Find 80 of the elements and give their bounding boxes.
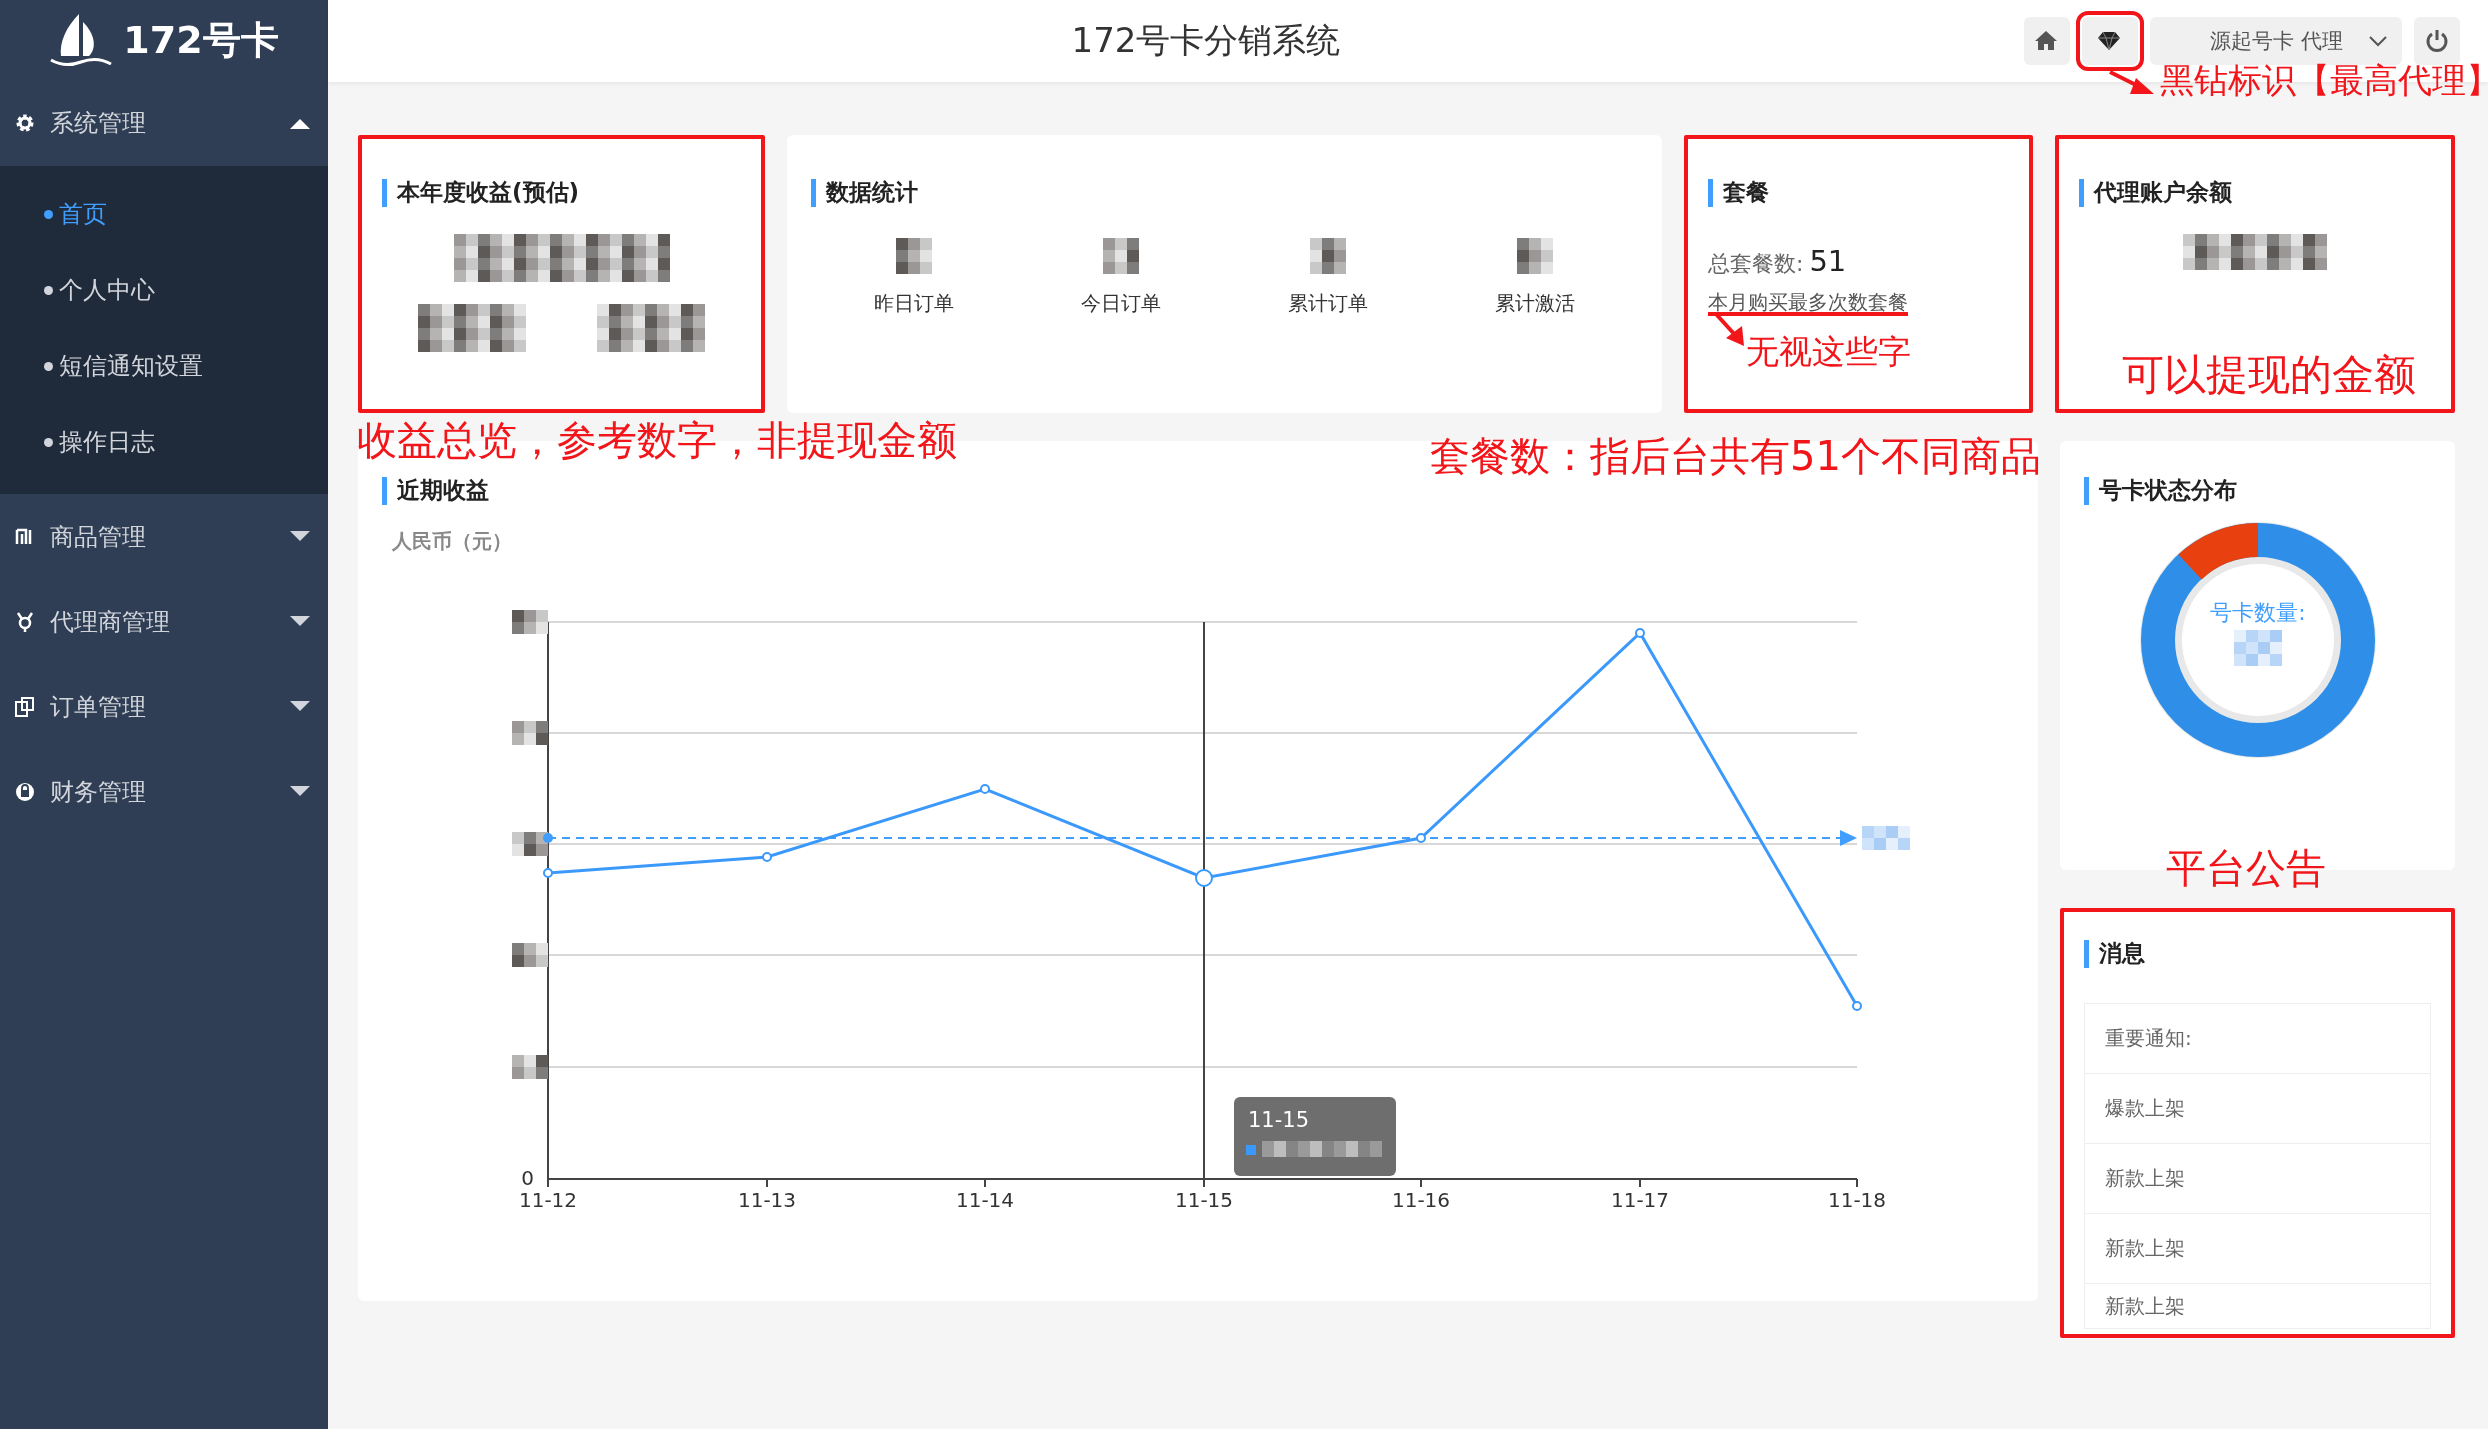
axis-label: 11-13 xyxy=(737,1188,797,1212)
logout-button[interactable] xyxy=(2414,17,2460,65)
donut-label: 号卡数量: xyxy=(2209,600,2306,625)
blurred-number xyxy=(512,721,548,745)
blurred-number xyxy=(512,610,548,634)
axis-label: 11-14 xyxy=(955,1188,1015,1212)
annotation-text: 平台公告 xyxy=(2166,846,2326,890)
submenu-item[interactable]: 短信通知设置 xyxy=(0,328,328,404)
total-value: 51 xyxy=(1809,244,1847,278)
accent-bar xyxy=(382,178,387,207)
menu-item[interactable]: 代理商管理 xyxy=(0,579,328,664)
chevron-down-icon xyxy=(2368,35,2388,47)
sailboat-logo-icon xyxy=(49,12,114,68)
struck-text: 本月购买最多次数套餐 xyxy=(1708,290,1908,314)
message-item[interactable]: 新款上架 xyxy=(2085,1284,2430,1328)
axis-label: 11-18 xyxy=(1827,1188,1887,1212)
menu-item[interactable]: 财务管理 xyxy=(0,749,328,834)
message-item[interactable]: 重要通知: xyxy=(2085,1004,2430,1074)
card-title: 近期收益 xyxy=(397,476,489,505)
settings-icon xyxy=(14,112,36,134)
submenu-item[interactable]: 首页 xyxy=(0,176,328,252)
stat-label: 昨日订单 xyxy=(874,290,955,317)
stat-label: 累计激活 xyxy=(1494,290,1575,317)
blurred-number xyxy=(1516,238,1553,274)
submenu-item[interactable]: 操作日志 xyxy=(0,404,328,480)
card-title: 套餐 xyxy=(1723,178,1769,207)
menu-item[interactable]: 订单管理 xyxy=(0,664,328,749)
blurred-number xyxy=(896,238,933,274)
menu-item[interactable]: 系统管理 xyxy=(0,80,328,166)
message-item[interactable]: 新款上架 xyxy=(2085,1214,2430,1284)
accent-bar xyxy=(811,178,816,207)
home-button[interactable] xyxy=(2024,17,2070,65)
ring-icon xyxy=(14,610,36,633)
axis-label: 0 xyxy=(521,1166,534,1190)
blurred-number xyxy=(512,1055,548,1079)
caret-icon xyxy=(290,615,310,628)
accent-bar xyxy=(2084,476,2089,505)
blurred-number xyxy=(2233,630,2282,666)
accent-bar xyxy=(2079,178,2084,207)
caret-icon xyxy=(290,700,310,713)
stat-label: 今日订单 xyxy=(1081,290,1162,317)
submenu-item[interactable]: 个人中心 xyxy=(0,252,328,328)
logo-text: 172号卡 xyxy=(123,16,279,64)
chart-tooltip: 11-15 xyxy=(1234,1097,1396,1176)
total-label: 总套餐数: xyxy=(1708,250,1804,278)
page-title: 172号卡分销系统 xyxy=(1070,19,1342,62)
menu-item[interactable]: 商品管理 xyxy=(0,494,328,579)
accent-bar xyxy=(382,476,387,505)
card-title: 本年度收益(预估) xyxy=(397,178,580,207)
card-title: 号卡状态分布 xyxy=(2099,476,2237,505)
blurred-number xyxy=(1862,826,1910,850)
lock-icon xyxy=(14,780,36,803)
annotation-text: 套餐数：指后台共有51个不同商品 xyxy=(1430,434,2041,478)
card-title: 消息 xyxy=(2099,939,2145,968)
annotation-text: 无视这些字 xyxy=(1746,334,1911,371)
axis-label: 11-17 xyxy=(1610,1188,1670,1212)
card-title: 代理账户余额 xyxy=(2094,178,2232,207)
caret-icon xyxy=(290,117,310,129)
message-item[interactable]: 爆款上架 xyxy=(2085,1074,2430,1144)
blurred-number xyxy=(512,832,548,856)
axis-label: 11-15 xyxy=(1174,1188,1234,1212)
caret-icon xyxy=(290,530,310,543)
axis-unit: 人民币（元） xyxy=(392,528,513,555)
annotation-text: 收益总览，参考数字，非提现金额 xyxy=(357,418,957,462)
axis-label: 11-16 xyxy=(1391,1188,1451,1212)
accent-bar xyxy=(1708,178,1713,207)
annotation-text: 黑钻标识【最高代理】 xyxy=(2160,62,2488,100)
annotation-text: 可以提现的金额 xyxy=(2122,352,2416,399)
caret-icon xyxy=(290,785,310,798)
axis-label: 11-12 xyxy=(518,1188,578,1212)
diamond-icon xyxy=(2097,29,2123,53)
blurred-number xyxy=(1103,238,1140,274)
accent-bar xyxy=(2084,939,2089,968)
blurred-number xyxy=(1309,238,1346,274)
stat-label: 累计订单 xyxy=(1287,290,1368,317)
copy-icon xyxy=(14,695,36,718)
card-title: 数据统计 xyxy=(826,178,918,207)
message-item[interactable]: 新款上架 xyxy=(2085,1144,2430,1214)
blurred-number xyxy=(512,943,548,967)
power-icon xyxy=(2424,28,2450,54)
